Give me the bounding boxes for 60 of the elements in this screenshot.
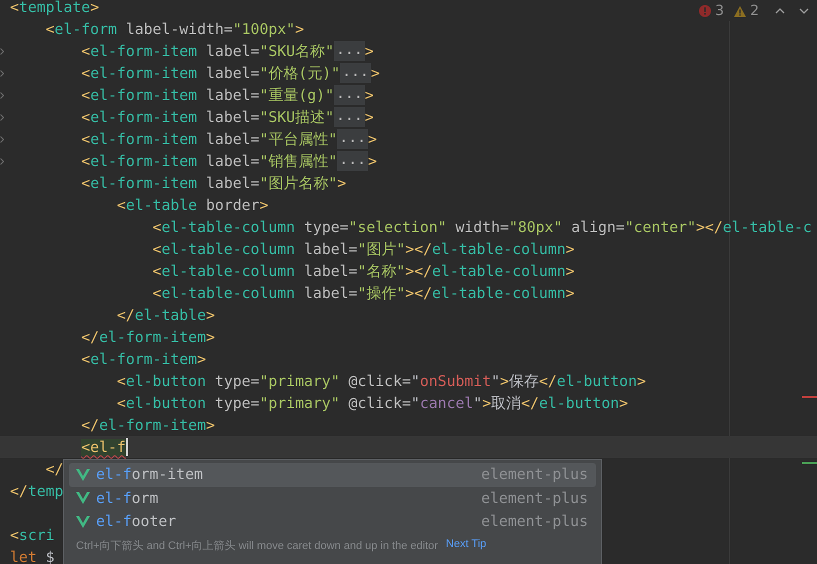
code-text: <el-form-item label="图片名称"> (81, 174, 346, 192)
code-text: > (364, 86, 374, 104)
code-text: <el-form-item label="价格(元)" (81, 64, 340, 82)
completion-item[interactable]: el-form element-plus (69, 486, 596, 510)
code-text: > (368, 152, 377, 170)
vue-icon (76, 468, 90, 481)
completion-label: el-form (96, 490, 160, 507)
folded-code-marker[interactable]: ... (334, 107, 365, 127)
next-problem-icon[interactable] (799, 8, 809, 14)
warning-count[interactable]: 2 (750, 3, 759, 19)
error-marker[interactable] (802, 396, 817, 398)
vue-icon (76, 516, 90, 528)
code-text: <template> (10, 0, 100, 16)
completion-item[interactable]: el-form-item element-plus (69, 463, 596, 486)
error-count[interactable]: 3 (715, 3, 724, 19)
code-text: <el-form-item label="SKU名称" (81, 42, 334, 60)
text-caret (126, 438, 128, 456)
code-text: <el-table-column type="selection" width="80px" align="center"></el-table-c (152, 218, 812, 236)
folded-code-marker[interactable]: ... (334, 85, 365, 105)
error-icon (699, 5, 712, 17)
completion-source: element-plus (481, 466, 588, 484)
code-text: </el-table> (116, 306, 215, 324)
completion-label: el-form-item (96, 466, 204, 484)
code-text: <el-table-column label="图片"></el-table-column> (152, 240, 575, 258)
code-text: <el-form-item label="重量(g)" (81, 86, 334, 104)
completion-source: element-plus (481, 513, 588, 530)
code-text: <el-form-item label="SKU描述" (81, 108, 334, 126)
code-text: <el-form-item label="销售属性" (81, 152, 338, 170)
folded-code-marker[interactable]: ... (340, 63, 371, 83)
code-text: <el-form-item label="平台属性" (81, 130, 338, 148)
code-text: let $ (10, 548, 55, 564)
warning-icon (734, 6, 746, 16)
code-text: </temp (10, 482, 64, 500)
code-text: </ (46, 460, 64, 478)
vue-icon (76, 492, 90, 504)
code-text: <el-table border> (116, 196, 268, 214)
folded-code-marker[interactable]: ... (337, 129, 368, 149)
code-text: <el-button type="primary" @click="onSubmit">保存</el-button> (116, 372, 646, 390)
code-text: <el-form label-width="100px"> (46, 20, 304, 38)
code-text: <el-table-column label="名称"></el-table-column> (152, 262, 575, 280)
code-text: </el-form-item> (81, 416, 215, 434)
change-marker[interactable] (802, 462, 817, 464)
previous-problem-icon[interactable] (775, 8, 785, 14)
code-text: > (364, 42, 374, 60)
completion-label: el-footer (96, 513, 178, 530)
completion-item[interactable]: el-footer element-plus (69, 510, 596, 534)
code-text: > (368, 130, 377, 148)
code-text: <scri (10, 526, 55, 544)
tip-text: Ctrl+向下箭头 and Ctrl+向上箭头 will move caret down and up in the editor (76, 538, 438, 552)
code-text: </el-form-item> (81, 328, 215, 346)
code-text: <el-form-item> (81, 350, 206, 368)
code-text: > (370, 64, 380, 82)
code-text: <el-button type="primary" @click="cancel">取消</el-button> (116, 394, 628, 412)
code-text: <el-table-column label="操作"></el-table-column> (152, 284, 575, 302)
code-text: > (364, 108, 374, 126)
completion-source: element-plus (481, 490, 588, 507)
folded-code-marker[interactable]: ... (337, 151, 368, 171)
next-tip-link[interactable]: Next Tip (446, 538, 486, 552)
code-text: <el-f (81, 438, 126, 456)
folded-code-marker[interactable]: ... (334, 41, 365, 61)
